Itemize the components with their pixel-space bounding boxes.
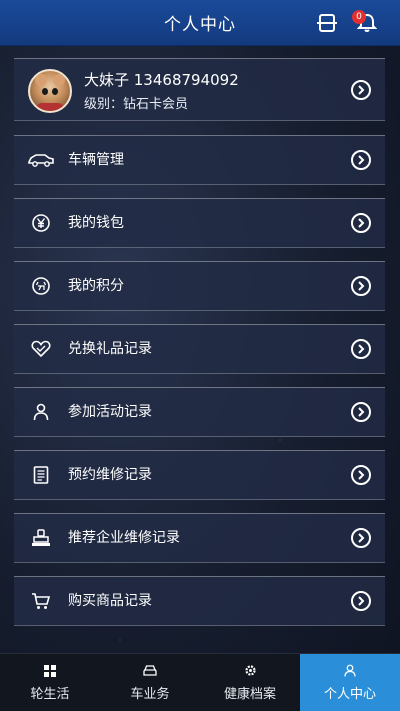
menu-item-label: 车辆管理 <box>68 152 124 168</box>
car-icon <box>28 149 54 171</box>
menu-item-label: 推荐企业维修记录 <box>68 530 180 546</box>
tab-tire-life[interactable]: 轮生活 <box>0 654 100 711</box>
heart-icon <box>28 338 54 360</box>
menu-item-repair-appointment-records[interactable]: 预约维修记录 <box>14 450 385 500</box>
menu-list: 大妹子 13468794092 级别：钻石卡会员 车辆管理 我的钱包 我的积分 … <box>14 58 385 639</box>
notification-badge: 0 <box>352 10 366 24</box>
chevron-right-icon <box>351 402 371 422</box>
page-title: 个人中心 <box>164 15 236 35</box>
menu-item-my-wallet[interactable]: 我的钱包 <box>14 198 385 248</box>
tab-label: 车业务 <box>130 686 170 702</box>
notification-button[interactable]: 0 <box>352 8 382 38</box>
menu-item-label: 预约维修记录 <box>68 467 152 483</box>
grid-icon <box>44 664 56 678</box>
cart-icon <box>28 590 54 612</box>
avatar <box>28 69 72 113</box>
profile-name-phone: 大妹子 13468794092 <box>84 71 239 89</box>
menu-item-gift-redemption-records[interactable]: 兑换礼品记录 <box>14 324 385 374</box>
tab-personal-center[interactable]: 个人中心 <box>300 654 400 711</box>
chevron-right-icon <box>351 591 371 611</box>
yen-icon <box>28 212 54 234</box>
menu-item-label: 购买商品记录 <box>68 593 152 609</box>
menu-item-activity-records[interactable]: 参加活动记录 <box>14 387 385 437</box>
chevron-right-icon <box>351 528 371 548</box>
tab-label: 健康档案 <box>223 686 276 702</box>
menu-item-label: 我的积分 <box>68 278 124 294</box>
menu-item-label: 我的钱包 <box>68 215 124 231</box>
chevron-right-icon <box>351 79 371 100</box>
profile-level: 级别：钻石卡会员 <box>84 97 189 112</box>
chevron-right-icon <box>351 465 371 485</box>
person-icon <box>28 401 54 423</box>
menu-item-purchase-records[interactable]: 购买商品记录 <box>14 576 385 626</box>
menu-item-vehicle-management[interactable]: 车辆管理 <box>14 135 385 185</box>
menu-item-my-points[interactable]: 我的积分 <box>14 261 385 311</box>
tab-label: 轮生活 <box>30 686 70 702</box>
tab-car-business[interactable]: 车业务 <box>100 654 200 711</box>
chevron-right-icon <box>351 213 371 233</box>
menu-item-recommended-repair-records[interactable]: 推荐企业维修记录 <box>14 513 385 563</box>
menu-item-label: 参加活动记录 <box>68 404 152 420</box>
tab-health-records[interactable]: 健康档案 <box>200 654 300 711</box>
car-front-icon <box>143 664 157 678</box>
gear-icon <box>244 664 257 678</box>
document-icon <box>28 464 54 486</box>
chevron-right-icon <box>351 276 371 296</box>
menu-item-label: 兑换礼品记录 <box>68 341 152 357</box>
points-icon <box>28 275 54 297</box>
tab-label: 个人中心 <box>323 686 376 702</box>
scan-button[interactable] <box>312 8 342 38</box>
bottom-tab-bar: 轮生活 车业务 健康档案 个人中心 <box>0 653 400 711</box>
chevron-right-icon <box>351 339 371 359</box>
chevron-right-icon <box>351 150 371 170</box>
stamp-icon <box>28 527 54 549</box>
scan-icon <box>317 14 337 32</box>
profile-card[interactable]: 大妹子 13468794092 级别：钻石卡会员 <box>14 58 385 121</box>
person-icon <box>344 664 356 678</box>
top-bar: 个人中心 0 <box>0 0 400 46</box>
